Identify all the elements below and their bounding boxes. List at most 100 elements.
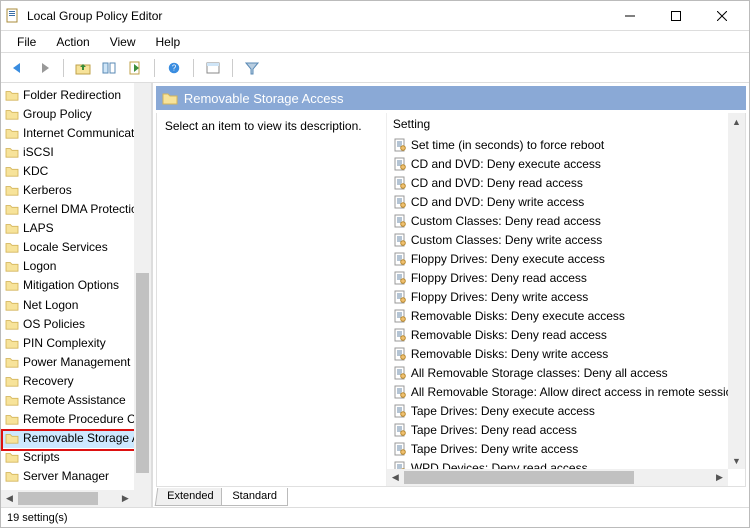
- tree-item[interactable]: Recovery: [1, 371, 151, 390]
- setting-label: Floppy Drives: Deny write access: [411, 290, 588, 304]
- folder-icon: [5, 146, 19, 158]
- menu-file[interactable]: File: [7, 33, 46, 51]
- tree-vscroll[interactable]: [134, 83, 151, 507]
- setting-row[interactable]: Floppy Drives: Deny write access: [389, 287, 745, 306]
- tree-item-label: Logon: [23, 259, 56, 273]
- up-folder-button[interactable]: [72, 57, 94, 79]
- filter-button[interactable]: [241, 57, 263, 79]
- help-button[interactable]: ?: [163, 57, 185, 79]
- setting-row[interactable]: Floppy Drives: Deny execute access: [389, 249, 745, 268]
- show-hide-button[interactable]: [98, 57, 120, 79]
- tree-item[interactable]: Logon: [1, 257, 151, 276]
- setting-row[interactable]: All Removable Storage: Allow direct acce…: [389, 382, 745, 401]
- tree-hscroll-thumb[interactable]: [18, 492, 98, 505]
- scroll-left-icon[interactable]: ◀: [1, 490, 18, 507]
- tree-item[interactable]: Kerberos: [1, 180, 151, 199]
- tree-item-label: Internet Communication: [23, 126, 150, 140]
- tree-item[interactable]: PIN Complexity: [1, 333, 151, 352]
- tree-item[interactable]: Internet Communication: [1, 123, 151, 142]
- menu-view[interactable]: View: [100, 33, 146, 51]
- policy-icon: [393, 233, 407, 247]
- description-text: Select an item to view its description.: [165, 119, 362, 133]
- setting-row[interactable]: Tape Drives: Deny read access: [389, 420, 745, 439]
- tree-vscroll-thumb[interactable]: [136, 273, 149, 473]
- forward-button[interactable]: [33, 57, 55, 79]
- folder-icon: [5, 356, 19, 368]
- setting-row[interactable]: Custom Classes: Deny read access: [389, 211, 745, 230]
- tree-item[interactable]: Scripts: [1, 448, 151, 467]
- settings-pane[interactable]: Setting Set time (in seconds) to force r…: [387, 113, 745, 486]
- setting-row[interactable]: Custom Classes: Deny write access: [389, 230, 745, 249]
- setting-label: Custom Classes: Deny write access: [411, 233, 602, 247]
- tree-item-label: Scripts: [23, 450, 60, 464]
- back-button[interactable]: [7, 57, 29, 79]
- scroll-left-icon[interactable]: ◀: [387, 469, 404, 486]
- content-header: Removable Storage Access: [156, 86, 746, 110]
- folder-icon: [5, 184, 19, 196]
- titlebar[interactable]: Local Group Policy Editor: [1, 1, 749, 31]
- tree-item-label: Kerberos: [23, 183, 72, 197]
- tree-hscroll[interactable]: ◀ ▶: [1, 490, 134, 507]
- setting-label: Removable Disks: Deny read access: [411, 328, 607, 342]
- tree-item[interactable]: Server Manager: [1, 467, 151, 486]
- settings-hscroll[interactable]: ◀ ▶: [387, 469, 728, 486]
- tree-item[interactable]: LAPS: [1, 219, 151, 238]
- minimize-button[interactable]: [607, 1, 653, 31]
- tree-item[interactable]: KDC: [1, 161, 151, 180]
- tree-item[interactable]: Removable Storage Acc: [1, 429, 151, 448]
- setting-row[interactable]: Floppy Drives: Deny read access: [389, 268, 745, 287]
- tree-item[interactable]: OS Policies: [1, 314, 151, 333]
- tree-item[interactable]: Group Policy: [1, 104, 151, 123]
- setting-row[interactable]: Removable Disks: Deny execute access: [389, 306, 745, 325]
- policy-icon: [393, 404, 407, 418]
- tree-item[interactable]: Remote Assistance: [1, 391, 151, 410]
- tab-extended[interactable]: Extended: [155, 488, 225, 506]
- close-button[interactable]: [699, 1, 745, 31]
- export-button[interactable]: [124, 57, 146, 79]
- scroll-right-icon[interactable]: ▶: [117, 490, 134, 507]
- scroll-right-icon[interactable]: ▶: [711, 469, 728, 486]
- folder-icon: [5, 203, 19, 215]
- menu-help[interactable]: Help: [146, 33, 191, 51]
- folder-icon: [5, 165, 19, 177]
- scroll-up-icon[interactable]: ▲: [728, 113, 745, 130]
- scroll-down-icon[interactable]: ▼: [728, 452, 745, 469]
- tree-item[interactable]: Kernel DMA Protection: [1, 200, 151, 219]
- setting-row[interactable]: Removable Disks: Deny write access: [389, 344, 745, 363]
- settings-column-header[interactable]: Setting: [387, 113, 745, 135]
- tree-item[interactable]: Power Management: [1, 352, 151, 371]
- setting-row[interactable]: Tape Drives: Deny execute access: [389, 401, 745, 420]
- setting-label: Tape Drives: Deny write access: [411, 442, 578, 456]
- setting-row[interactable]: Set time (in seconds) to force reboot: [389, 135, 745, 154]
- setting-row[interactable]: Tape Drives: Deny write access: [389, 439, 745, 458]
- tree-item[interactable]: iSCSI: [1, 142, 151, 161]
- properties-button[interactable]: [202, 57, 224, 79]
- policy-icon: [393, 385, 407, 399]
- tree-item[interactable]: Mitigation Options: [1, 276, 151, 295]
- settings-vscroll[interactable]: ▲ ▼: [728, 113, 745, 469]
- setting-label: Tape Drives: Deny read access: [411, 423, 577, 437]
- svg-text:?: ?: [172, 63, 177, 72]
- policy-icon: [393, 176, 407, 190]
- setting-label: CD and DVD: Deny read access: [411, 176, 583, 190]
- maximize-button[interactable]: [653, 1, 699, 31]
- tree-item[interactable]: Folder Redirection: [1, 85, 151, 104]
- tree-item[interactable]: Remote Procedure Call: [1, 410, 151, 429]
- policy-icon: [393, 214, 407, 228]
- tree-pane[interactable]: Folder RedirectionGroup Policy Internet C…: [1, 83, 153, 507]
- setting-row[interactable]: CD and DVD: Deny write access: [389, 192, 745, 211]
- content-title: Removable Storage Access: [184, 91, 344, 106]
- tree-item[interactable]: Net Logon: [1, 295, 151, 314]
- toolbar-separator: [154, 59, 155, 77]
- description-pane: Select an item to view its description.: [157, 113, 387, 486]
- setting-row[interactable]: Removable Disks: Deny read access: [389, 325, 745, 344]
- menu-action[interactable]: Action: [46, 33, 99, 51]
- setting-row[interactable]: CD and DVD: Deny read access: [389, 173, 745, 192]
- folder-icon: [5, 108, 19, 120]
- settings-hscroll-thumb[interactable]: [404, 471, 634, 484]
- tree-item[interactable]: Locale Services: [1, 238, 151, 257]
- tab-standard[interactable]: Standard: [221, 488, 288, 506]
- setting-row[interactable]: All Removable Storage classes: Deny all …: [389, 363, 745, 382]
- setting-row[interactable]: CD and DVD: Deny execute access: [389, 154, 745, 173]
- folder-icon: [162, 91, 178, 105]
